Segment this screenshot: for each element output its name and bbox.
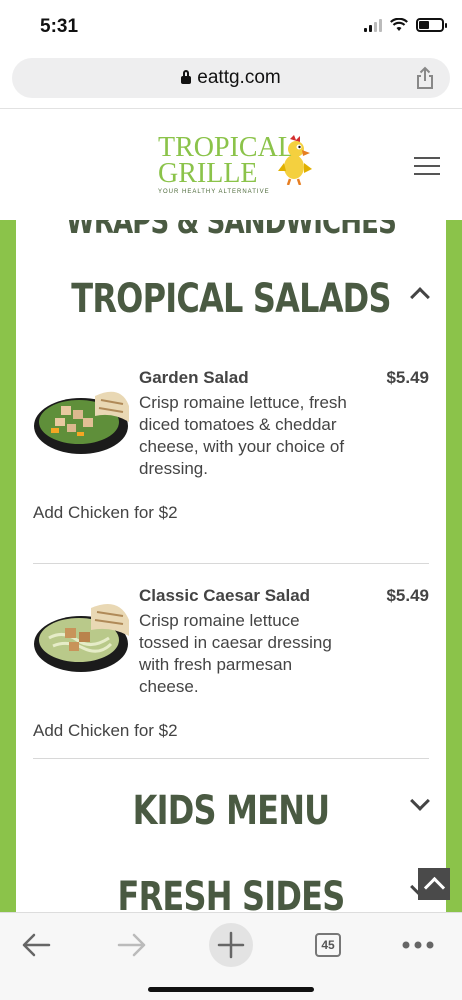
item-name: Garden Salad — [139, 368, 249, 387]
url-display[interactable]: eattg.com — [12, 67, 450, 89]
green-border-right — [446, 220, 462, 912]
parrot-logo-icon — [278, 135, 312, 185]
menu-item-garden-salad: Garden Salad $5.49 Crisp romaine lettuce… — [33, 368, 429, 488]
url-text: eattg.com — [197, 67, 281, 88]
section-heading-fresh-sides[interactable]: FRESH SIDES — [59, 874, 403, 912]
battery-icon — [416, 18, 447, 32]
lock-icon — [181, 70, 192, 84]
garden-salad-photo — [34, 391, 129, 454]
item-description: Crisp romaine lettuce, fresh diced tomat… — [139, 393, 347, 478]
home-indicator — [148, 987, 314, 992]
browser-toolbar: 45 — [0, 912, 462, 1000]
share-icon[interactable] — [414, 66, 436, 90]
hamburger-menu-icon[interactable] — [414, 157, 440, 177]
address-bar[interactable]: eattg.com — [12, 58, 450, 98]
menu-content: WRAPS & SANDWICHES TROPICAL SALADS Garde… — [16, 220, 446, 912]
status-time: 5:31 — [40, 16, 79, 37]
site-header: TROPICAL GRILLE YOUR HEALTHY ALTERNATIVE — [0, 108, 462, 220]
divider — [33, 563, 429, 564]
logo-tagline: YOUR HEALTHY ALTERNATIVE — [158, 189, 270, 195]
section-heading-kids-menu[interactable]: KIDS MENU — [59, 788, 403, 834]
caesar-salad-photo — [34, 604, 129, 672]
tab-count: 45 — [315, 933, 341, 957]
site-logo[interactable]: TROPICAL GRILLE YOUR HEALTHY ALTERNATIVE — [158, 134, 318, 205]
item-price: $5.49 — [386, 368, 429, 387]
section-heading-salads[interactable]: TROPICAL SALADS — [59, 276, 403, 322]
section-heading-wraps[interactable]: WRAPS & SANDWICHES — [48, 220, 414, 242]
status-icons — [364, 18, 447, 32]
item-description: Crisp romaine lettuce tossed in caesar d… — [139, 611, 332, 696]
chevron-up-icon[interactable] — [410, 287, 430, 307]
tabs-icon[interactable]: 45 — [306, 923, 350, 967]
item-addon: Add Chicken for $2 — [33, 503, 178, 522]
scroll-to-top-icon[interactable] — [418, 868, 450, 900]
item-name: Classic Caesar Salad — [139, 586, 311, 605]
green-border-left — [0, 220, 16, 912]
wifi-icon — [390, 18, 408, 31]
divider — [33, 758, 429, 759]
chevron-down-icon[interactable] — [410, 791, 430, 811]
menu-item-caesar-salad: Classic Caesar Salad $5.49 Crisp romaine… — [33, 586, 429, 706]
new-tab-icon[interactable] — [209, 923, 253, 967]
more-icon[interactable] — [396, 923, 440, 967]
item-price: $5.49 — [386, 586, 429, 605]
item-addon: Add Chicken for $2 — [33, 721, 178, 740]
signal-icon — [364, 18, 382, 32]
status-bar: 5:31 — [0, 0, 462, 54]
back-icon[interactable] — [14, 923, 58, 967]
forward-icon[interactable] — [110, 923, 154, 967]
